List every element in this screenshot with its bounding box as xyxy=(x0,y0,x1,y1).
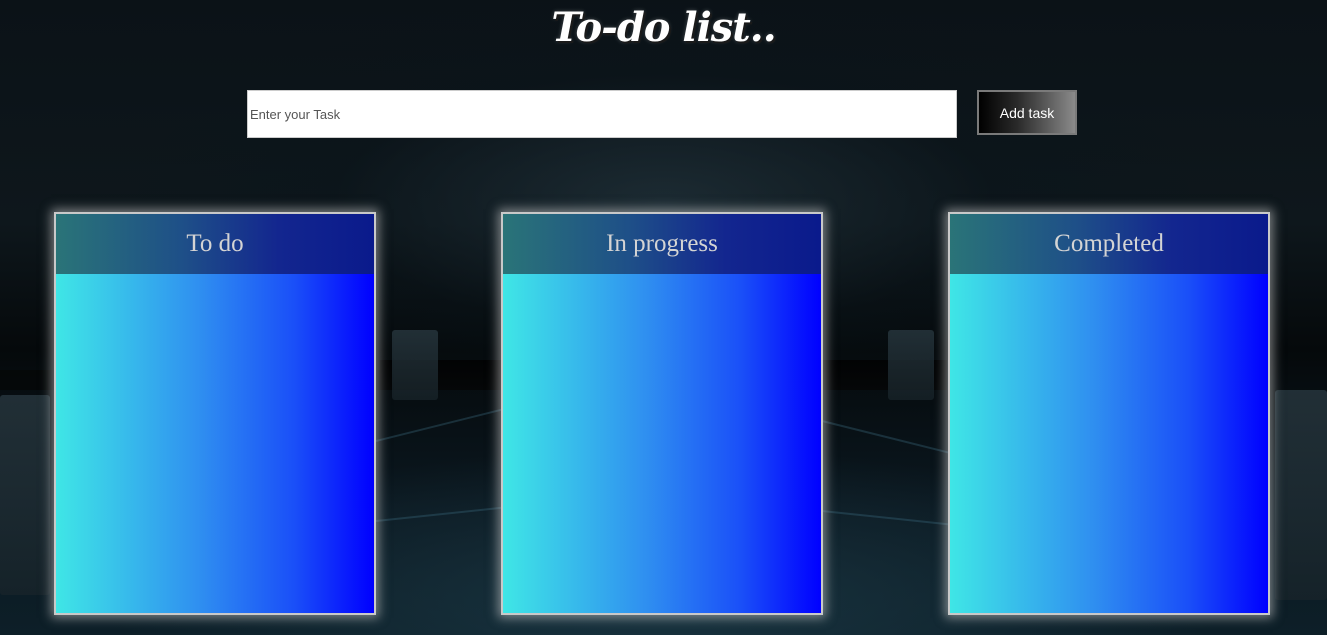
background-chair xyxy=(0,395,50,595)
column-body-in-progress[interactable] xyxy=(503,274,821,613)
column-in-progress: In progress xyxy=(501,212,823,615)
column-header-in-progress: In progress xyxy=(503,214,821,274)
background-chair xyxy=(888,330,934,400)
column-header-to-do: To do xyxy=(56,214,374,274)
page-title: To-do list.. xyxy=(551,4,776,51)
column-completed: Completed xyxy=(948,212,1270,615)
column-body-to-do[interactable] xyxy=(56,274,374,613)
column-to-do: To do xyxy=(54,212,376,615)
task-input[interactable] xyxy=(247,90,957,138)
column-header-completed: Completed xyxy=(950,214,1268,274)
background-chair xyxy=(1275,390,1327,600)
background-chair xyxy=(392,330,438,400)
add-task-button[interactable]: Add task xyxy=(977,90,1077,135)
column-body-completed[interactable] xyxy=(950,274,1268,613)
